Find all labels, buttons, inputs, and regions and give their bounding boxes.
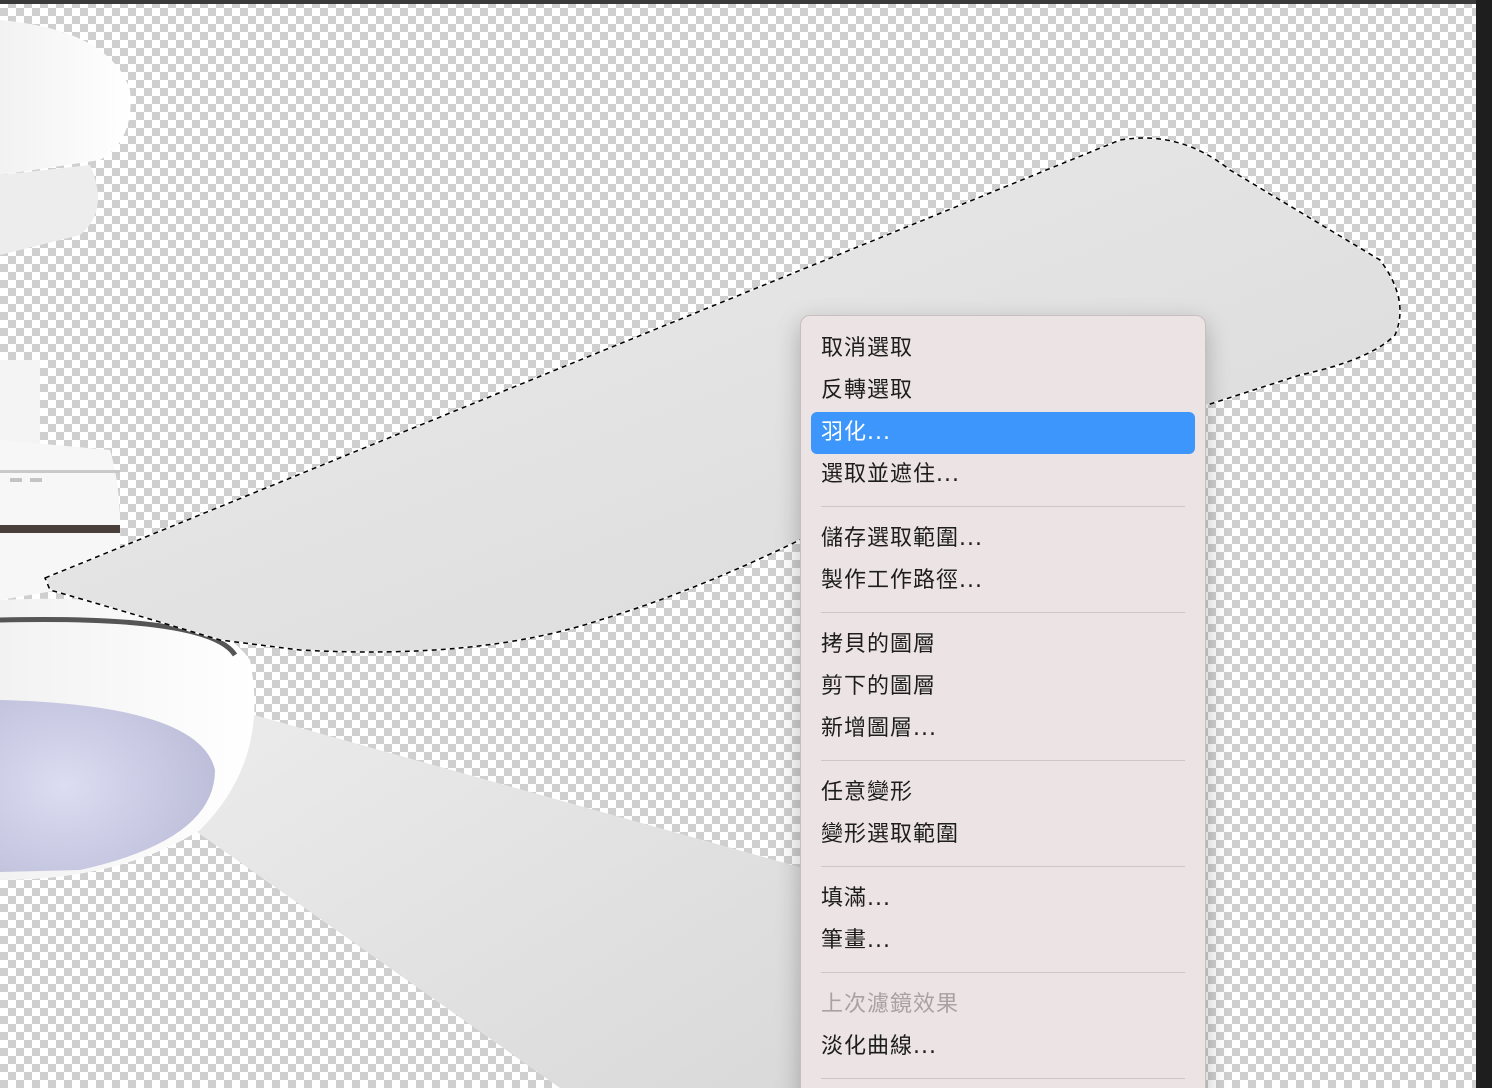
menu-item-new-layer[interactable]: 新增圖層... [811,708,1195,750]
menu-item-layer-via-cut[interactable]: 剪下的圖層 [811,666,1195,708]
menu-separator [821,760,1185,761]
menu-item-feather[interactable]: 羽化... [811,412,1195,454]
menu-item-transform-selection[interactable]: 變形選取範圍 [811,814,1195,856]
panel-edge [1476,0,1492,1088]
menu-separator [821,972,1185,973]
menu-item-inverse-selection[interactable]: 反轉選取 [811,370,1195,412]
document-canvas[interactable]: 取消選取 反轉選取 羽化... 選取並遮住... 儲存選取範圍... 製作工作路… [0,0,1476,1088]
menu-separator [821,866,1185,867]
menu-item-deselect[interactable]: 取消選取 [811,328,1195,370]
menu-item-free-transform[interactable]: 任意變形 [811,772,1195,814]
menu-item-save-selection[interactable]: 儲存選取範圍... [811,518,1195,560]
menu-item-select-and-mask[interactable]: 選取並遮住... [811,454,1195,496]
fan-canopy [0,20,131,175]
menu-item-make-work-path[interactable]: 製作工作路徑... [811,560,1195,602]
menu-item-fade-curves[interactable]: 淡化曲線... [811,1026,1195,1068]
menu-item-last-filter: 上次濾鏡效果 [821,992,960,1017]
menu-separator [821,1078,1185,1079]
menu-item-stroke[interactable]: 筆畫... [811,920,1195,962]
ceiling-fan-image [0,20,1401,1088]
menu-item-layer-via-copy[interactable]: 拷貝的圖層 [811,624,1195,666]
selection-context-menu: 取消選取 反轉選取 羽化... 選取並遮住... 儲存選取範圍... 製作工作路… [800,315,1206,1088]
menu-separator [821,612,1185,613]
menu-separator [821,506,1185,507]
menu-item-fill[interactable]: 填滿... [811,878,1195,920]
lower-fan-blade [180,700,810,1088]
